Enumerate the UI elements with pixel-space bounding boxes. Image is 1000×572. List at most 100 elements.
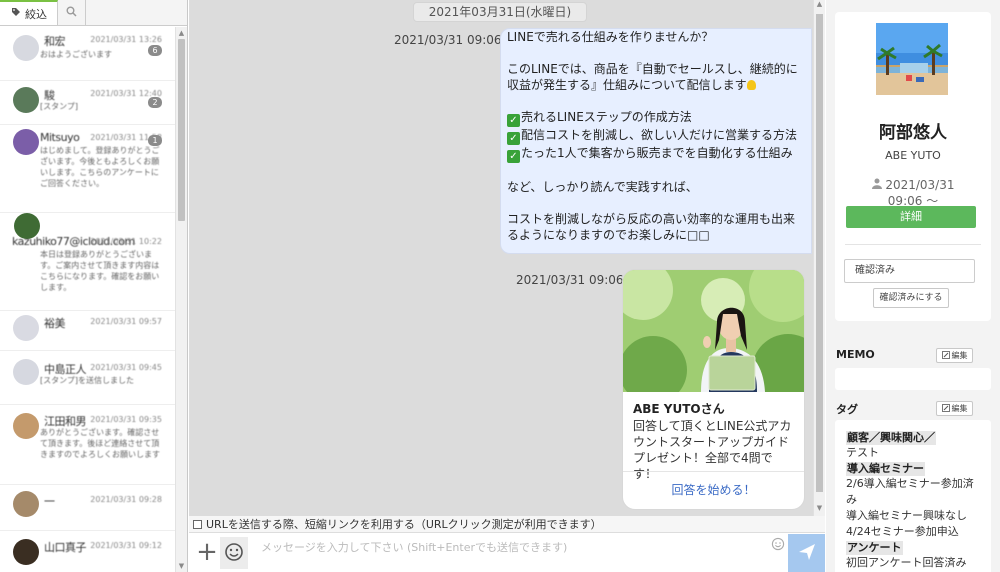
divider xyxy=(845,244,981,245)
tag-item: 初回アンケート回答済み xyxy=(846,556,967,569)
chat-snippet: はじめまして。登録ありがとうございます。今後ともよろしくお願いします。こちらのア… xyxy=(40,146,160,188)
chat-name: 和宏 xyxy=(44,35,66,48)
tag-item: 導入編セミナー興味なし xyxy=(846,509,967,522)
chat-date: 2021/03/31 10:22 xyxy=(90,237,162,246)
chat-list-panel: 絞込 和宏 2021/03/31 13:26 おはようございます 6 駿 2021/03/… xyxy=(0,0,188,572)
memo-title: MEMO xyxy=(836,348,875,361)
tab-search[interactable] xyxy=(58,0,86,25)
chat-date: 2021/03/31 13:26 xyxy=(90,35,162,44)
compose-bar: + メッセージを入力して下さい (Shift+Enterでも送信できます) xyxy=(189,532,825,572)
tag-group-head: 顧客／興味関心／ xyxy=(846,431,936,445)
chat-name: 一 xyxy=(44,495,55,508)
message-bubble[interactable]: LINEで売れる仕組みを作りませんか？ このLINEでは、商品を『自動でセールスし… xyxy=(500,28,812,254)
tag-group-head: 導入編セミナー xyxy=(846,462,925,476)
message-line: コストを削減しながら反応の高い効率的な運用も出来るようになりますのでお楽しみに□… xyxy=(507,211,805,243)
emoji-icon[interactable] xyxy=(771,537,785,551)
message-timestamp: 2021/03/31 09:06 xyxy=(516,273,624,287)
message-input[interactable]: メッセージを入力して下さい (Shift+Enterでも送信できます) xyxy=(255,535,765,569)
message-text: 配信コストを削減し、欲しい人だけに営業する方法 xyxy=(521,128,798,142)
chat-date: 2021/03/31 09:57 xyxy=(90,317,162,326)
survey-card-message[interactable]: ABE YUTOさん 回答して頂くとLINE公式アカウントスタートアップガイドプ… xyxy=(622,269,805,510)
chat-list-item[interactable]: 一 2021/03/31 09:28 xyxy=(0,485,176,531)
scroll-up-arrow-icon[interactable]: ▲ xyxy=(814,0,825,12)
scroll-down-arrow-icon[interactable]: ▼ xyxy=(176,560,187,572)
chat-list-item[interactable]: 和宏 2021/03/31 13:26 おはようございます 6 xyxy=(0,27,176,81)
tag-item: テスト xyxy=(846,446,879,459)
avatar xyxy=(13,87,39,113)
checkmark-icon: ✓ xyxy=(507,132,520,145)
chat-list-item[interactable]: 山口真子 2021/03/31 09:12 xyxy=(0,531,176,572)
chat-list-item[interactable]: 江田和男 2021/03/31 09:35 ありがとうございます。確認させて頂きます… xyxy=(0,405,176,485)
chat-snippet: ありがとうございます。確認させて頂きます。後ほど連絡させて頂きますのでよろしくお… xyxy=(40,428,160,459)
card-title: ABE YUTOさん xyxy=(633,402,725,416)
profile-panel: 阿部悠人 ABE YUTO 2021/03/31 09:06 ～ 詳細 確認済み… xyxy=(826,0,1000,572)
message-text: 売れるLINEステップの作成方法 xyxy=(521,110,692,124)
chat-date: 2021/03/31 09:35 xyxy=(90,415,162,424)
unread-badge: 6 xyxy=(148,45,162,56)
memo-edit-label: 編集 xyxy=(951,351,968,360)
profile-card: 阿部悠人 ABE YUTO 2021/03/31 09:06 ～ 詳細 確認済み… xyxy=(835,12,991,321)
sticker-button[interactable] xyxy=(220,537,248,569)
tags-edit-button[interactable]: 編集 xyxy=(936,401,973,416)
avatar xyxy=(13,35,39,61)
registration-date-value: 2021/03/31 xyxy=(885,178,955,192)
user-icon xyxy=(871,178,882,192)
message-line: LINEで売れる仕組みを作りませんか？ xyxy=(507,29,805,45)
tab-filter-label: 絞込 xyxy=(25,7,47,21)
chat-name: 山口真子 xyxy=(44,541,87,554)
avatar xyxy=(13,129,39,155)
chat-snippet: 本日は登録ありがとうございます。ご案内させて頂きます内容はこちらになります。確認… xyxy=(40,250,160,292)
checkmark-icon: ✓ xyxy=(507,114,520,127)
chat-name: 裕美 xyxy=(44,317,66,330)
chat-list-item[interactable]: 裕美 2021/03/31 09:57 xyxy=(0,311,176,351)
mark-confirmed-button[interactable]: 確認済みにする xyxy=(873,288,949,308)
message-text: たった1人で集客から販売までを自動化する仕組み xyxy=(521,146,793,160)
scrollbar-thumb[interactable] xyxy=(816,14,823,492)
chat-list-tabs: 絞込 xyxy=(0,0,187,26)
profile-name: 阿部悠人 xyxy=(879,123,947,143)
card-image xyxy=(623,270,804,392)
pencil-icon xyxy=(941,403,950,414)
chat-date: 2021/03/31 09:12 xyxy=(90,541,162,550)
memo-edit-button[interactable]: 編集 xyxy=(936,348,973,363)
chat-date: 2021/03/31 09:45 xyxy=(90,363,162,372)
add-attachment-button[interactable]: + xyxy=(193,537,221,569)
message-line xyxy=(507,93,805,109)
unread-badge: 2 xyxy=(148,97,162,108)
chat-snippet: おはようございます xyxy=(40,50,112,59)
detail-button[interactable]: 詳細 xyxy=(846,206,976,228)
status-select[interactable]: 確認済み xyxy=(844,259,975,283)
avatar xyxy=(13,315,39,341)
conversation-scrollbar[interactable]: ▲ ▼ xyxy=(813,0,825,516)
start-survey-button[interactable]: 回答を始める！ xyxy=(623,471,804,509)
tags-title: タグ xyxy=(836,403,858,416)
tab-filter[interactable]: 絞込 xyxy=(0,0,58,25)
chat-list-scrollbar[interactable]: ▲ ▼ xyxy=(175,27,187,572)
pencil-icon xyxy=(941,350,950,361)
message-line: など、しっかり読んで実践すれば、 xyxy=(507,179,805,195)
tag-icon xyxy=(11,7,21,20)
chat-list-item[interactable]: 中島正人 2021/03/31 09:45 [スタンプ]を送信しました xyxy=(0,351,176,405)
avatar xyxy=(13,413,39,439)
smile-icon xyxy=(224,542,244,565)
chat-list-item[interactable]: 駿 2021/03/31 12:40 [スタンプ] 2 xyxy=(0,81,176,125)
scroll-down-arrow-icon[interactable]: ▼ xyxy=(814,504,825,516)
profile-name-en: ABE YUTO xyxy=(885,149,941,162)
send-icon xyxy=(798,543,816,564)
registration-date: 2021/03/31 09:06 ～ xyxy=(835,177,991,209)
memo-box[interactable] xyxy=(835,368,991,390)
message-line xyxy=(507,195,805,211)
message-line: このLINEでは、商品を『自動でセールスし、継続的に収益が発生する』仕組みについ… xyxy=(507,61,805,93)
short-link-option: URLを送信する際、短縮リンクを利用する（URLクリック測定が利用できます） xyxy=(189,516,825,532)
chat-list-item[interactable]: Mitsuyo 2021/03/31 11:58 はじめまして。登録ありがとうござい… xyxy=(0,125,176,213)
short-link-checkbox[interactable] xyxy=(193,519,202,529)
message-line xyxy=(507,45,805,61)
message-text: コストを削減しながら反応の高い効率的な運用も出来るようになりますのでお楽しみに□… xyxy=(507,212,796,242)
send-button[interactable] xyxy=(788,534,825,572)
profile-avatar[interactable] xyxy=(876,23,948,95)
scroll-up-arrow-icon[interactable]: ▲ xyxy=(176,27,187,39)
tag-item: 4/24セミナー参加申込 xyxy=(846,525,959,538)
scrollbar-thumb[interactable] xyxy=(178,39,185,221)
chat-list-item[interactable]: kazuhiko77@icloud.com 2021/03/31 10:22 本日は… xyxy=(0,213,176,311)
message-line: ✓ 配信コストを削減し、欲しい人だけに営業する方法 xyxy=(507,127,805,145)
